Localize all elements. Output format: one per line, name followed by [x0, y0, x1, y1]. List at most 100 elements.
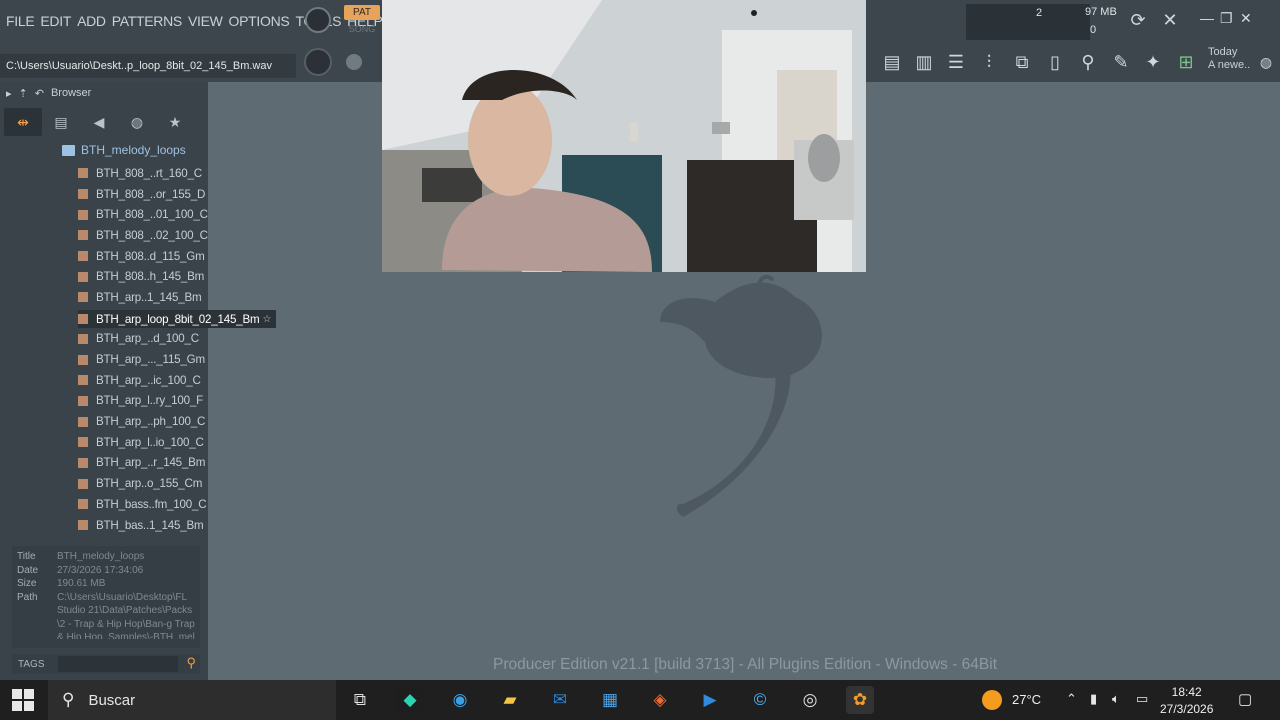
- info-path-value: C:\Users\Usuario\Desktop\FL Studio 21\Da…: [57, 591, 195, 639]
- globe-icon[interactable]: ◍: [1252, 48, 1280, 76]
- file-label: BTH_arp_..d_100_C: [96, 332, 199, 346]
- memory-value: 97 MB: [1085, 6, 1117, 18]
- file-item[interactable]: BTH_arp_..ic_100_C: [78, 370, 208, 391]
- small-knob[interactable]: [346, 54, 362, 70]
- cart-icon[interactable]: ⊞: [1172, 48, 1200, 76]
- tools-icon[interactable]: ✕: [1156, 6, 1184, 34]
- files-tab-icon[interactable]: ▤: [42, 108, 80, 136]
- all-tab-icon[interactable]: ⇹: [4, 108, 42, 136]
- collapse-arrow-icon[interactable]: ▸: [6, 87, 12, 100]
- audio-file-icon: [78, 416, 88, 427]
- network-icon[interactable]: ▭: [1136, 691, 1148, 707]
- menu-file[interactable]: FILE: [6, 13, 35, 29]
- mixer-icon[interactable]: ⫶: [975, 48, 1003, 76]
- file-label: BTH_arp_..r_145_Bm: [96, 456, 206, 470]
- pat-song-switch[interactable]: PAT SONG: [344, 5, 380, 37]
- media-player-icon[interactable]: ▶: [696, 686, 724, 714]
- task-view-icon[interactable]: ⧉: [346, 686, 374, 714]
- file-item[interactable]: BTH_808..d_115_Gm: [78, 246, 208, 267]
- refresh-icon[interactable]: ⟳: [1124, 6, 1152, 34]
- info-panel: Title BTH_melody_loops Date 27/3/2026 17:3…: [12, 546, 200, 648]
- selected-file-item[interactable]: BTH_arp_loop_8bit_02_145_Bm ☆: [78, 310, 276, 328]
- file-item[interactable]: BTH_arp_l..io_100_C: [78, 432, 208, 453]
- audio-file-icon: [78, 395, 88, 406]
- recorder-icon[interactable]: ◎: [796, 686, 824, 714]
- file-item[interactable]: BTH_808_..or_155_D: [78, 184, 208, 205]
- close-icon[interactable]: ✕: [1240, 10, 1252, 27]
- tags-input[interactable]: [58, 656, 178, 672]
- file-item[interactable]: BTH_808_..rt_160_C: [78, 163, 208, 184]
- menu-view[interactable]: VIEW: [188, 13, 223, 29]
- file-explorer-icon[interactable]: ▰: [496, 686, 524, 714]
- file-label: BTH_808_..or_155_D: [96, 187, 206, 201]
- edge-icon[interactable]: ◉: [446, 686, 474, 714]
- file-item[interactable]: BTH_arp_l..ry_100_F: [78, 391, 208, 412]
- restore-icon[interactable]: ❐: [1220, 10, 1233, 27]
- pitch-knob[interactable]: [304, 48, 332, 76]
- info-date-key: Date: [17, 564, 39, 576]
- playlist-icon[interactable]: ▤: [878, 48, 906, 76]
- file-item[interactable]: BTH_arp_..d_100_C: [78, 329, 208, 350]
- brave-icon[interactable]: ◈: [646, 686, 674, 714]
- taskbar-search[interactable]: ⚲ Buscar: [48, 680, 336, 720]
- audio-file-icon: [78, 189, 88, 200]
- favorites-tab-icon[interactable]: ★: [156, 108, 194, 136]
- chevron-up-icon[interactable]: ⌃: [1066, 691, 1077, 707]
- mic-icon[interactable]: ✎: [1107, 48, 1135, 76]
- folder-item[interactable]: BTH_melody_loops: [62, 143, 186, 157]
- search-icon[interactable]: ⚲: [186, 655, 196, 671]
- routing-icon[interactable]: ⧉: [1008, 48, 1036, 76]
- menu-add[interactable]: ADD: [77, 13, 106, 29]
- info-path-key: Path: [17, 591, 38, 603]
- file-item[interactable]: BTH_bas..1_145_Bm: [78, 515, 208, 536]
- arrow-up-icon[interactable]: ⇡: [19, 87, 28, 100]
- file-label: BTH_808_..rt_160_C: [96, 166, 202, 180]
- notification-icon[interactable]: ▢: [1238, 690, 1252, 708]
- song-mode-button[interactable]: SONG: [344, 22, 380, 37]
- menu-edit[interactable]: EDIT: [40, 13, 71, 29]
- speaker-tab-icon[interactable]: ◀: [80, 108, 118, 136]
- star-icon[interactable]: ☆: [262, 314, 271, 325]
- file-label: BTH_arp_..ph_100_C: [96, 415, 206, 429]
- info-date-value: 27/3/2026 17:34:06: [57, 564, 144, 576]
- file-item[interactable]: BTH_arp_..ph_100_C: [78, 411, 208, 432]
- menu-options[interactable]: OPTIONS: [229, 13, 290, 29]
- piano-roll-icon[interactable]: ▥: [910, 48, 938, 76]
- search-icon: ⚲: [62, 690, 75, 709]
- c-app-icon[interactable]: ©: [746, 686, 774, 714]
- pat-mode-button[interactable]: PAT: [344, 5, 380, 20]
- tray-temperature: 27°C: [1012, 692, 1042, 707]
- back-icon[interactable]: ↶: [35, 87, 44, 100]
- file-item[interactable]: BTH_808_..01_100_C: [78, 204, 208, 225]
- fl-studio-taskbar-icon[interactable]: ✿: [846, 686, 874, 714]
- file-item[interactable]: BTH_arp_..._115_Gm: [78, 349, 208, 370]
- main-volume-knob[interactable]: [305, 7, 331, 33]
- weather-icon[interactable]: [982, 690, 1002, 710]
- info-size-key: Size: [17, 578, 37, 589]
- outlook-icon[interactable]: ✉: [546, 686, 574, 714]
- battery-icon[interactable]: ▮: [1090, 691, 1097, 707]
- channel-rack-icon[interactable]: ☰: [942, 48, 970, 76]
- file-item[interactable]: BTH_808_..02_100_C: [78, 225, 208, 246]
- file-item[interactable]: BTH_arp..1_145_Bm: [78, 287, 208, 308]
- file-item[interactable]: BTH_arp..o_155_Cm: [78, 473, 208, 494]
- file-label: BTH_808..d_115_Gm: [96, 249, 205, 263]
- store-icon[interactable]: ▦: [596, 686, 624, 714]
- project-icon[interactable]: ▯: [1041, 48, 1069, 76]
- volume-icon[interactable]: 🔈︎: [1112, 691, 1120, 707]
- menu-patterns[interactable]: PATTERNS: [112, 13, 183, 29]
- file-item[interactable]: BTH_808..h_145_Bm: [78, 266, 208, 287]
- tray-clock[interactable]: 18:42 27/3/2026: [1160, 684, 1213, 718]
- plugin-tab-icon[interactable]: ◍: [118, 108, 156, 136]
- minimize-icon[interactable]: —: [1200, 10, 1214, 26]
- plugin-icon[interactable]: ⚲: [1074, 48, 1102, 76]
- file-label: BTH_arp_l..io_100_C: [96, 435, 204, 449]
- bird-icon[interactable]: ✦: [1139, 48, 1167, 76]
- right-toolbar: 2 97 MB 0 ⟳ ✕ — ❐ ✕ ▤ ▥ ☰ ⫶ ⧉ ▯ ⚲ ✎ ✦ ⊞ …: [866, 0, 1280, 82]
- file-item[interactable]: BTH_arp_..r_145_Bm: [78, 453, 208, 474]
- file-item[interactable]: BTH_bass..fm_100_C: [78, 494, 208, 515]
- browser-panel: ▸ ⇡ ↶ Browser ⇹ ▤ ◀ ◍ ★ BTH_melody_loops…: [0, 82, 276, 680]
- capcut-icon[interactable]: ◆: [396, 686, 424, 714]
- windows-start-icon[interactable]: [12, 689, 34, 711]
- news-panel[interactable]: Today A newe..: [1208, 46, 1250, 72]
